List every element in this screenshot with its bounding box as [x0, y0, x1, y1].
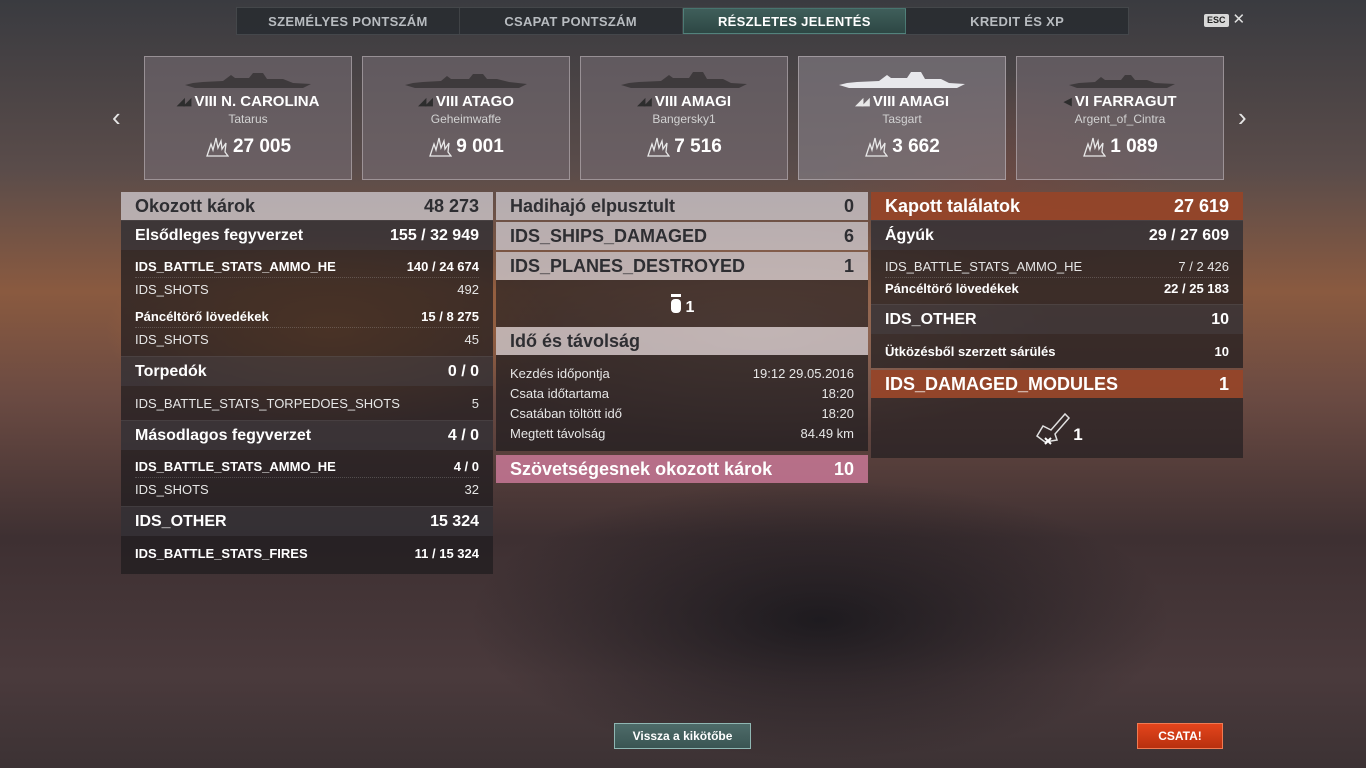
ship-name: ◢◢ VIII AMAGI [636, 93, 732, 110]
other-hits-details: Ütközésből szerzett sárülés 10 [871, 334, 1243, 368]
damaged-modules-header: IDS_DAMAGED_MODULES 1 [871, 370, 1243, 398]
damage-dealt-panel: Okozott károk 48 273 Elsődleges fegyverze… [121, 192, 493, 574]
stat-row: IDS_BATTLE_STATS_AMMO_HE 4 / 0 [135, 456, 479, 478]
time-distance-details: Kezdés időpontja 19:12 29.05.2016 Csata i… [496, 355, 868, 451]
stat-row: Megtett távolság 84.49 km [510, 425, 854, 441]
stat-row: IDS_BATTLE_STATS_TORPEDOES_SHOTS 5 [135, 395, 479, 411]
secondary-armament-details: IDS_BATTLE_STATS_AMMO_HE 4 / 0 IDS_SHOTS 3… [121, 450, 493, 506]
battleship-icon: ◢◢ [636, 96, 652, 108]
explosion-icon [1083, 137, 1107, 157]
stat-row: IDS_SHOTS 492 [135, 281, 479, 297]
ship-card[interactable]: ◢◢ VIII AMAGI Bangersky1 7 516 [580, 56, 788, 180]
secondary-armament-header: Másodlagos fegyverzet 4 / 0 [121, 420, 493, 450]
ship-damage: 3 662 [864, 136, 940, 158]
close-button[interactable]: ESC ✕ [1204, 12, 1246, 27]
player-name: Argent_of_Cintra [1074, 112, 1166, 126]
torpedoes-details: IDS_BATTLE_STATS_TORPEDOES_SHOTS 5 [121, 386, 493, 420]
other-hits-header: IDS_OTHER 10 [871, 304, 1243, 334]
time-distance-header: Idő és távolság [496, 327, 868, 355]
ship-damage: 1 089 [1082, 136, 1158, 158]
battleship-icon: ◢◢ [176, 96, 192, 108]
close-icon[interactable]: ✕ [1233, 12, 1246, 27]
stat-row: IDS_BATTLE_STATS_AMMO_HE 140 / 24 674 [135, 256, 479, 278]
planes-destroyed-header: IDS_PLANES_DESTROYED 1 [496, 252, 868, 280]
stat-row: IDS_BATTLE_STATS_FIRES 11 / 15 324 [135, 545, 479, 561]
explosion-icon [647, 137, 671, 157]
player-name: Geheimwaffe [430, 112, 502, 126]
ship-silhouette-icon [621, 72, 747, 88]
ships-destroyed-header: Hadihajó elpusztult 0 [496, 192, 868, 220]
guns-details: IDS_BATTLE_STATS_AMMO_HE 7 / 2 426 Páncél… [871, 250, 1243, 304]
tab-team-score[interactable]: CSAPAT PONTSZÁM [460, 8, 683, 34]
other-damage-details: IDS_BATTLE_STATS_FIRES 11 / 15 324 [121, 536, 493, 574]
player-name: Tasgart [882, 112, 922, 126]
ship-name: ◀ VI FARRAGUT [1063, 93, 1177, 110]
ship-damage: 27 005 [205, 136, 291, 158]
ship-name: ◢◢ VIII ATAGO [418, 93, 514, 110]
report-tabs: SZEMÉLYES PONTSZÁM CSAPAT PONTSZÁM RÉSZL… [236, 7, 1129, 35]
ship-name: ◢◢ VIII AMAGI [854, 93, 950, 110]
ally-damage-header: Szövetségesnek okozott károk 10 [496, 455, 868, 483]
ship-silhouette-icon [185, 73, 311, 88]
esc-key-badge: ESC [1204, 13, 1229, 27]
player-name: Tatarus [228, 112, 268, 126]
prev-arrow-icon[interactable]: ‹ [112, 104, 121, 130]
damaged-modules-details: 1 [871, 398, 1243, 458]
battle-button[interactable]: CSATA! [1137, 723, 1223, 749]
stat-row: IDS_BATTLE_STATS_AMMO_HE 7 / 2 426 [885, 256, 1229, 278]
stat-row: Kezdés időpontja 19:12 29.05.2016 [510, 365, 854, 381]
tab-credits-xp[interactable]: KREDIT ÉS XP [906, 8, 1128, 34]
stat-row: Páncéltörő lövedékek 15 / 8 275 [135, 306, 479, 328]
ship-damage: 7 516 [646, 136, 722, 158]
stat-row: IDS_SHOTS 32 [135, 481, 479, 497]
return-to-port-button[interactable]: Vissza a kikötőbe [614, 723, 751, 749]
destroyer-icon: ◀ [1063, 96, 1072, 108]
explosion-icon [865, 137, 889, 157]
hits-received-header: Kapott találatok 27 619 [871, 192, 1243, 220]
damage-dealt-header: Okozott károk 48 273 [121, 192, 493, 220]
stat-row: Csatában töltött idő 18:20 [510, 405, 854, 421]
tab-personal-score[interactable]: SZEMÉLYES PONTSZÁM [237, 8, 460, 34]
battle-summary-panel: Hadihajó elpusztult 0 IDS_SHIPS_DAMAGED 6 … [496, 192, 868, 483]
stat-row: Páncéltörő lövedékek 22 / 25 183 [885, 280, 1229, 296]
ship-card[interactable]: ◢◢ VIII ATAGO Geheimwaffe 9 001 [362, 56, 570, 180]
damaged-turret-icon [1036, 412, 1071, 445]
hits-received-panel: Kapott találatok 27 619 Ágyúk 29 / 27 609 … [871, 192, 1243, 458]
cruiser-icon: ◢◢ [418, 96, 433, 108]
ship-silhouette-icon [839, 72, 965, 88]
explosion-icon [206, 137, 229, 157]
primary-armament-header: Elsődleges fegyverzet 155 / 32 949 [121, 220, 493, 250]
guns-header: Ágyúk 29 / 27 609 [871, 220, 1243, 250]
battleship-icon: ◢◢ [854, 96, 870, 108]
ships-damaged-header: IDS_SHIPS_DAMAGED 6 [496, 222, 868, 250]
stat-row: IDS_SHOTS 45 [135, 331, 479, 347]
planes-destroyed-details: 1 [496, 280, 868, 327]
ship-silhouette-icon [1069, 75, 1175, 88]
ship-damage: 9 001 [428, 136, 504, 158]
other-damage-header: IDS_OTHER 15 324 [121, 506, 493, 536]
stat-row: Ütközésből szerzett sárülés 10 [885, 343, 1229, 359]
torpedoes-header: Torpedók 0 / 0 [121, 356, 493, 386]
tab-detailed-report[interactable]: RÉSZLETES JELENTÉS [682, 8, 907, 34]
primary-armament-details: IDS_BATTLE_STATS_AMMO_HE 140 / 24 674 IDS… [121, 250, 493, 356]
plane-icon [670, 293, 681, 313]
ship-silhouette-icon [405, 74, 527, 88]
ship-card[interactable]: ◢◢ VIII N. CAROLINA Tatarus 27 005 [144, 56, 352, 180]
player-name: Bangersky1 [652, 112, 716, 126]
ship-card[interactable]: ◀ VI FARRAGUT Argent_of_Cintra 1 089 [1016, 56, 1224, 180]
explosion-icon [429, 137, 453, 157]
stat-row: Csata időtartama 18:20 [510, 385, 854, 401]
next-arrow-icon[interactable]: › [1238, 104, 1247, 130]
ship-card-selected[interactable]: ◢◢ VIII AMAGI Tasgart 3 662 [798, 56, 1006, 180]
ship-name: ◢◢ VIII N. CAROLINA [176, 93, 320, 110]
